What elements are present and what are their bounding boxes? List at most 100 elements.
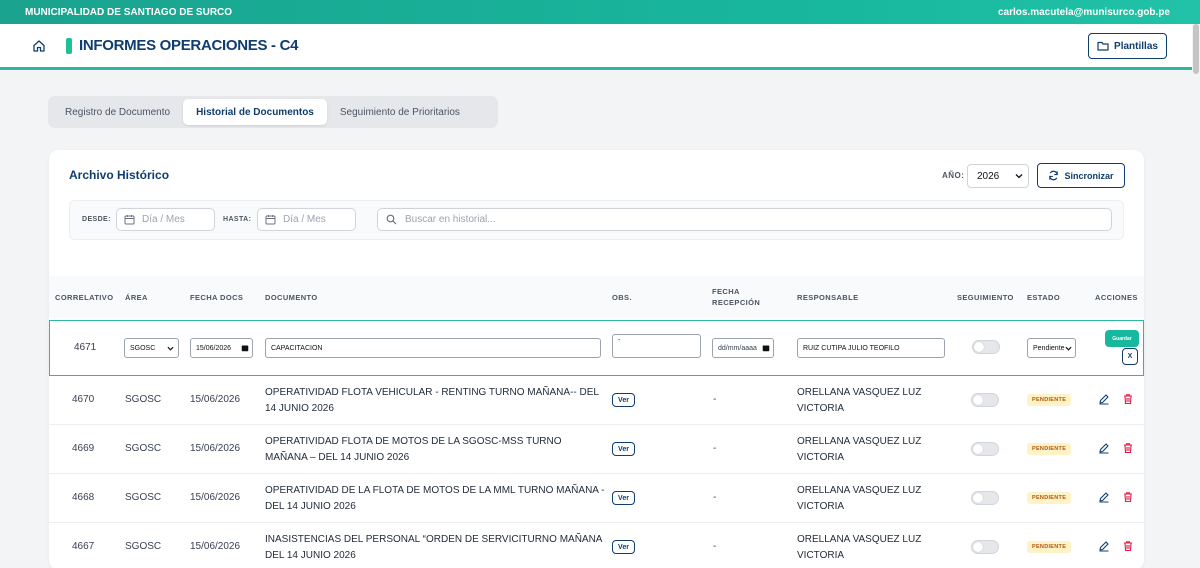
calendar-icon: [124, 215, 135, 225]
tab-historial-documentos[interactable]: Historial de Documentos: [183, 99, 327, 125]
edit-correlativo: 4671: [74, 342, 97, 353]
scrollbar-thumb[interactable]: [1193, 24, 1199, 74]
ver-button[interactable]: Ver: [612, 442, 635, 456]
status-badge: PENDIENTE: [1027, 394, 1072, 406]
ver-button[interactable]: Ver: [612, 540, 635, 554]
row-recepcion: -: [713, 443, 717, 454]
anio-select[interactable]: 2026: [967, 164, 1029, 188]
plantillas-button[interactable]: Plantillas: [1088, 33, 1167, 59]
fecha-docs-value: 15/06/2026: [196, 344, 232, 352]
table-row: 4670 SGOSC 15/06/2026 OPERATIVIDAD FLOTA…: [49, 376, 1144, 425]
row-area: SGOSC: [125, 443, 162, 454]
row-documento: OPERATIVIDAD FLOTA DE MOTOS DE LA SGOSC-…: [265, 436, 562, 463]
header-responsable: RESPONSABLE: [797, 293, 859, 302]
header-seguimiento: SEGUIMIENTO: [957, 293, 1014, 302]
estado-select[interactable]: Pendiente: [1027, 338, 1076, 358]
row-correlativo: 4668: [72, 492, 95, 503]
obs-value: -: [618, 337, 621, 344]
top-bar: MUNICIPALIDAD DE SANTIAGO DE SURCO carlo…: [0, 0, 1200, 24]
delete-icon[interactable]: [1122, 393, 1134, 405]
ver-button[interactable]: Ver: [612, 491, 635, 505]
desde-label: DESDE:: [82, 216, 111, 223]
area-select[interactable]: SGOSC: [124, 338, 179, 358]
row-responsable: ORELLANA VASQUEZ LUZ VICTORIA: [797, 534, 922, 561]
organization-name: MUNICIPALIDAD DE SANTIAGO DE SURCO: [25, 6, 233, 18]
search-icon: [386, 214, 397, 225]
row-area: SGOSC: [125, 394, 162, 405]
sincronizar-button[interactable]: Sincronizar: [1037, 163, 1125, 188]
documento-value: CAPACITACION: [271, 344, 323, 352]
area-select-value: SGOSC: [130, 344, 156, 352]
desde-date-input[interactable]: Día / Mes: [116, 208, 215, 231]
delete-icon[interactable]: [1122, 442, 1134, 454]
row-correlativo: 4670: [72, 394, 95, 405]
edit-icon[interactable]: [1098, 393, 1110, 405]
app-header: INFORMES OPERACIONES - C4 Plantillas: [0, 24, 1200, 70]
seguimiento-toggle[interactable]: [971, 540, 999, 554]
ver-button[interactable]: Ver: [612, 393, 635, 407]
plantillas-label: Plantillas: [1114, 40, 1158, 52]
chevron-down-icon: [167, 346, 174, 351]
page-scrollbar[interactable]: [1192, 24, 1200, 568]
row-recepcion: -: [713, 394, 717, 405]
row-recepcion: -: [713, 541, 717, 552]
home-icon[interactable]: [32, 39, 46, 53]
folder-icon: [1097, 41, 1109, 51]
delete-icon[interactable]: [1122, 540, 1134, 552]
responsable-input[interactable]: RUIZ CUTIPA JULIO TEOFILO: [797, 338, 945, 358]
calendar-icon: [241, 345, 249, 352]
edit-icon[interactable]: [1098, 442, 1110, 454]
edit-icon[interactable]: [1098, 540, 1110, 552]
filter-bar: DESDE: Día / Mes HASTA: Día / Mes Buscar…: [69, 200, 1124, 240]
row-correlativo: 4669: [72, 443, 95, 454]
fecha-recepcion-input[interactable]: dd/mm/aaaa: [712, 338, 774, 358]
cancel-edit-button[interactable]: X: [1122, 348, 1138, 365]
refresh-icon: [1049, 170, 1059, 181]
row-documento: OPERATIVIDAD DE LA FLOTA DE MOTOS DE LA …: [265, 485, 605, 512]
title-accent-bar: [66, 38, 72, 54]
search-input[interactable]: Buscar en historial...: [377, 208, 1112, 231]
chevron-down-icon: [1065, 346, 1072, 351]
row-fecha: 15/06/2026: [190, 541, 241, 552]
guardar-button[interactable]: Guardar: [1105, 330, 1139, 347]
table-header: CORRELATIVO ÁREA FECHA DOCS DOCUMENTO OB…: [49, 276, 1144, 318]
status-badge: PENDIENTE: [1027, 541, 1072, 553]
user-email[interactable]: carlos.macutela@munisurco.gob.pe: [998, 7, 1170, 18]
row-fecha: 15/06/2026: [190, 443, 241, 454]
documento-input[interactable]: CAPACITACION: [265, 338, 601, 358]
archive-card: Archivo Histórico AÑO: 2026 Sincronizar …: [49, 150, 1144, 568]
calendar-icon: [762, 345, 770, 352]
obs-textarea[interactable]: -: [612, 334, 701, 358]
seguimiento-toggle[interactable]: [972, 340, 1000, 354]
fecha-docs-input[interactable]: 15/06/2026: [190, 338, 253, 358]
seguimiento-toggle[interactable]: [971, 393, 999, 407]
header-fecha: FECHA: [712, 287, 740, 296]
sincronizar-label: Sincronizar: [1064, 170, 1114, 181]
tab-seguimiento-prioritarios[interactable]: Seguimiento de Prioritarios: [327, 99, 473, 125]
row-recepcion: -: [713, 492, 717, 503]
anio-value: 2026: [977, 170, 1000, 182]
table-row: 4669 SGOSC 15/06/2026 OPERATIVIDAD FLOTA…: [49, 425, 1144, 474]
responsable-value: RUIZ CUTIPA JULIO TEOFILO: [803, 344, 900, 352]
row-fecha: 15/06/2026: [190, 492, 241, 503]
edit-icon[interactable]: [1098, 491, 1110, 503]
edit-row: 4671 SGOSC 15/06/2026 CAPACITACION - dd/…: [49, 320, 1144, 376]
table-row: 4667 SGOSC 15/06/2026 INASISTENCIAS DEL …: [49, 523, 1144, 568]
row-responsable: ORELLANA VASQUEZ LUZ VICTORIA: [797, 485, 922, 512]
header-acciones: ACCIONES: [1095, 293, 1138, 302]
delete-icon[interactable]: [1122, 491, 1134, 503]
table-row: 4668 SGOSC 15/06/2026 OPERATIVIDAD DE LA…: [49, 474, 1144, 523]
header-fecha-docs: FECHA DOCS: [190, 293, 244, 302]
row-documento: INASISTENCIAS DEL PERSONAL “ORDEN DE SER…: [265, 534, 602, 561]
hasta-date-input[interactable]: Día / Mes: [257, 208, 356, 231]
tab-registro-documento[interactable]: Registro de Documento: [52, 99, 183, 125]
seguimiento-toggle[interactable]: [971, 491, 999, 505]
tab-bar: Registro de Documento Historial de Docum…: [48, 96, 498, 128]
row-responsable: ORELLANA VASQUEZ LUZ VICTORIA: [797, 436, 922, 463]
hasta-placeholder: Día / Mes: [283, 214, 326, 225]
page-title: INFORMES OPERACIONES - C4: [79, 37, 299, 54]
archive-title: Archivo Histórico: [69, 168, 170, 182]
seguimiento-toggle[interactable]: [971, 442, 999, 456]
row-documento: OPERATIVIDAD FLOTA VEHICULAR - RENTING T…: [265, 387, 599, 414]
search-placeholder: Buscar en historial...: [405, 214, 496, 225]
